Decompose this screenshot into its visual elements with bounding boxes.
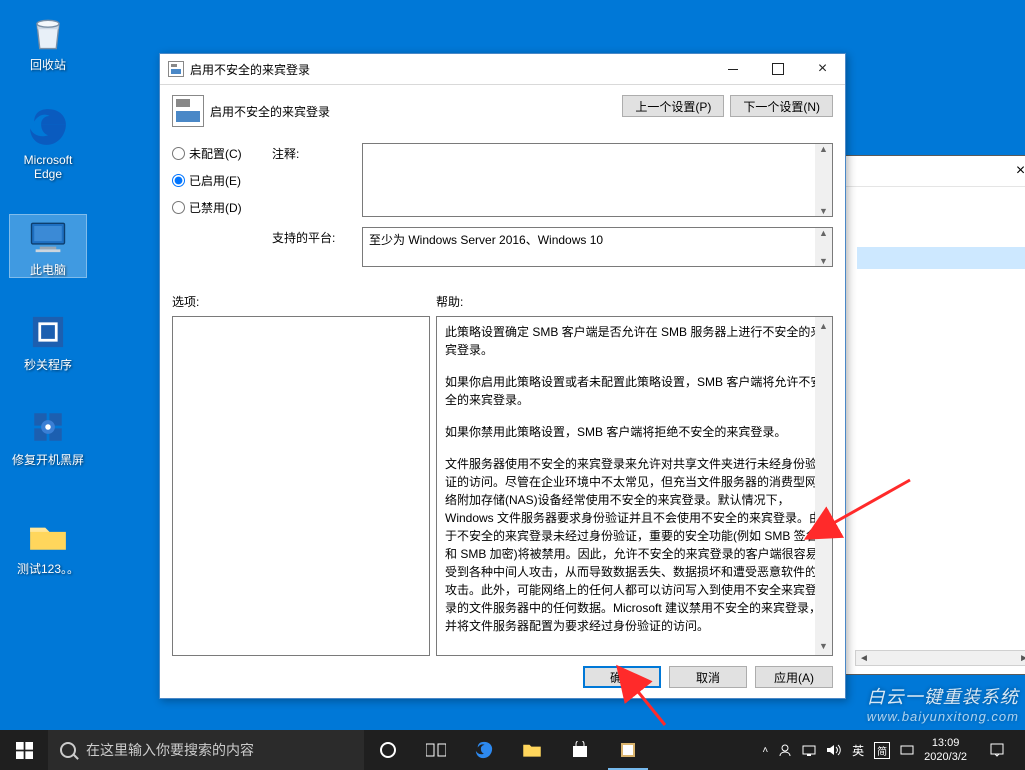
desktop-icon-label: 秒关程序 <box>10 358 86 372</box>
help-label: 帮助: <box>436 293 463 310</box>
ime-sub[interactable]: 简 <box>874 742 890 759</box>
radio-not-configured[interactable]: 未配置(C) <box>172 145 268 162</box>
help-box[interactable]: 此策略设置确定 SMB 客户端是否允许在 SMB 服务器上进行不安全的来宾登录。… <box>436 316 833 656</box>
gpedit-dialog: 启用不安全的来宾登录 × 启用不安全的来宾登录 上一个设置(P) 下一个设置(N… <box>159 53 846 699</box>
cancel-button[interactable]: 取消 <box>669 666 747 688</box>
platform-value: 至少为 Windows Server 2016、Windows 10 <box>369 233 603 247</box>
desktop-icon-repair[interactable]: 修复开机黑屏 <box>10 405 86 467</box>
desktop-icon-label: 回收站 <box>10 58 86 72</box>
help-text: 如果你禁用此策略设置，SMB 客户端将拒绝不安全的来宾登录。 <box>445 423 824 441</box>
help-text: 文件服务器使用不安全的来宾登录来允许对共享文件夹进行未经身份验证的访问。尽管在企… <box>445 455 824 635</box>
desktop-icon-edge[interactable]: Microsoft Edge <box>10 105 86 181</box>
edge-taskbar-icon[interactable] <box>460 730 508 770</box>
titlebar[interactable]: 启用不安全的来宾登录 × <box>160 54 845 84</box>
folder-icon <box>26 514 70 558</box>
cortana-icon[interactable] <box>364 730 412 770</box>
scrollbar[interactable]: ▲▼ <box>815 144 832 216</box>
dialog-icon <box>168 61 184 77</box>
search-placeholder: 在这里输入你要搜索的内容 <box>86 740 254 760</box>
repair-icon <box>26 405 70 449</box>
desktop-icon-folder[interactable]: 测试123。。 <box>10 514 86 576</box>
bg-window-selection <box>857 247 1025 269</box>
notifications-icon[interactable] <box>977 730 1017 770</box>
desktop-icon-shutdown[interactable]: 秒关程序 <box>10 310 86 372</box>
desktop-icon-this-pc[interactable]: 此电脑 <box>10 215 86 277</box>
scrollbar[interactable]: ▲▼ <box>815 228 832 266</box>
tray-chevron-icon[interactable]: ˄ <box>762 745 768 756</box>
desktop-icon-label: Microsoft Edge <box>10 153 86 181</box>
mmc-taskbar-icon[interactable] <box>604 730 652 770</box>
explorer-taskbar-icon[interactable] <box>508 730 556 770</box>
system-tray[interactable]: ˄ 英 简 13:09 2020/3/2 <box>754 730 1025 770</box>
next-setting-button[interactable]: 下一个设置(N) <box>730 95 833 117</box>
bg-window-scrollbar[interactable]: ◄► <box>855 650 1025 666</box>
radio-disabled[interactable]: 已禁用(D) <box>172 199 268 216</box>
apply-button[interactable]: 应用(A) <box>755 666 833 688</box>
taskbar: 在这里输入你要搜索的内容 ˄ 英 简 13:09 2020/3/2 <box>0 730 1025 770</box>
dialog-title: 启用不安全的来宾登录 <box>190 61 710 78</box>
background-window: × ◄► <box>844 155 1025 675</box>
ime-lang[interactable]: 英 <box>852 742 864 759</box>
maximize-button[interactable] <box>755 54 800 84</box>
this-pc-icon <box>26 215 70 259</box>
edge-icon <box>26 105 70 149</box>
keyboard-icon[interactable] <box>900 743 914 757</box>
options-label: 选项: <box>172 293 436 310</box>
volume-icon[interactable] <box>826 744 842 756</box>
scrollbar[interactable]: ▲▼ <box>815 317 832 655</box>
comment-textarea[interactable]: ▲▼ <box>362 143 833 217</box>
ok-button[interactable]: 确定 <box>583 666 661 688</box>
previous-setting-button[interactable]: 上一个设置(P) <box>622 95 724 117</box>
radio-enabled[interactable]: 已启用(E) <box>172 172 268 189</box>
comment-label: 注释: <box>272 143 358 217</box>
network-icon[interactable] <box>802 743 816 757</box>
close-button[interactable]: × <box>800 54 845 84</box>
desktop-icon-label: 此电脑 <box>10 263 86 277</box>
minimize-button[interactable] <box>710 54 755 84</box>
bg-window-close-button[interactable]: × <box>998 156 1025 186</box>
help-text: 如果你启用此策略设置或者未配置此策略设置，SMB 客户端将允许不安全的来宾登录。 <box>445 373 824 409</box>
desktop-icon-label: 测试123。。 <box>10 562 86 576</box>
desktop-icon-label: 修复开机黑屏 <box>10 453 86 467</box>
policy-icon <box>172 95 204 127</box>
desktop-icon-recycle-bin[interactable]: 回收站 <box>10 10 86 72</box>
search-icon <box>60 742 76 758</box>
policy-subtitle: 启用不安全的来宾登录 <box>210 103 330 120</box>
watermark: 白云一键重装系统 www.baiyunxitong.com <box>867 683 1019 724</box>
start-button[interactable] <box>0 730 48 770</box>
task-view-icon[interactable] <box>412 730 460 770</box>
clock[interactable]: 13:09 2020/3/2 <box>924 736 967 764</box>
shutdown-icon <box>26 310 70 354</box>
search-box[interactable]: 在这里输入你要搜索的内容 <box>48 730 364 770</box>
recycle-bin-icon <box>26 10 70 54</box>
platform-value-box: 至少为 Windows Server 2016、Windows 10 ▲▼ <box>362 227 833 267</box>
options-box[interactable] <box>172 316 430 656</box>
platform-label: 支持的平台: <box>272 227 358 267</box>
help-text: 此策略设置确定 SMB 客户端是否允许在 SMB 服务器上进行不安全的来宾登录。 <box>445 323 824 359</box>
people-icon[interactable] <box>778 743 792 757</box>
store-taskbar-icon[interactable] <box>556 730 604 770</box>
